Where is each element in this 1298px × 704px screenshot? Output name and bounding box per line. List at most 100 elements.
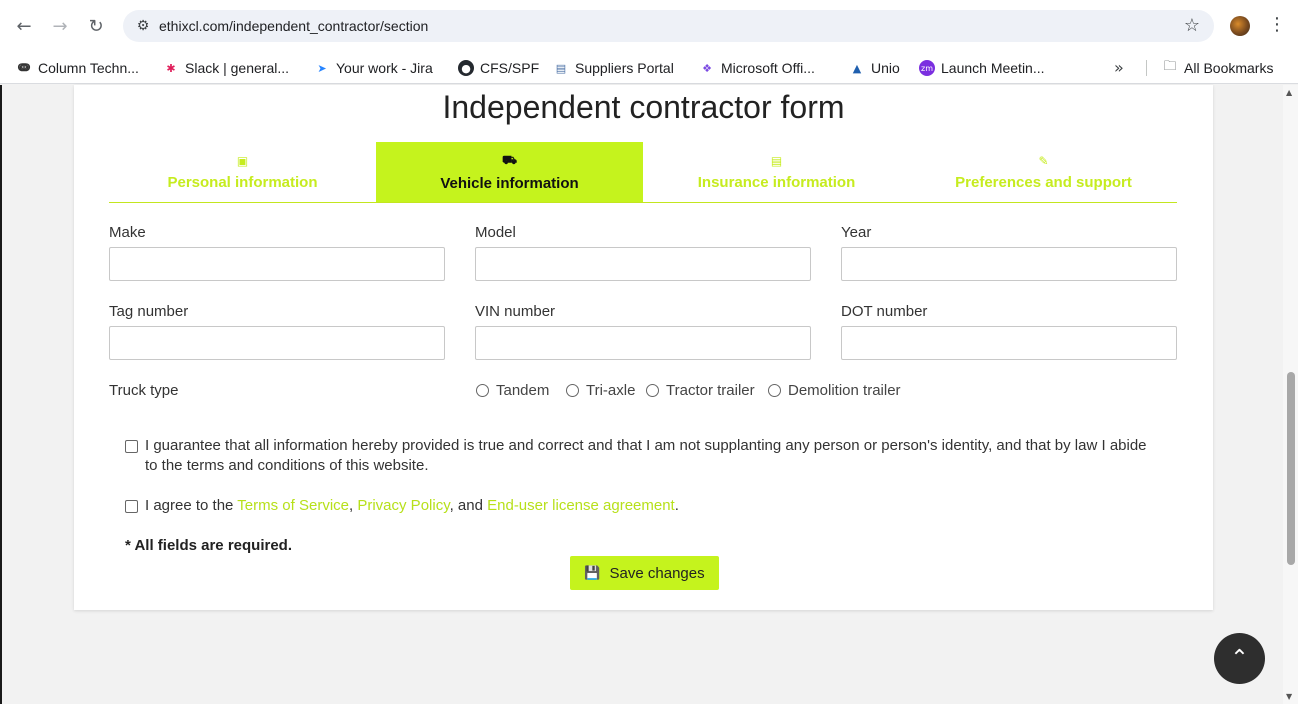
forward-icon[interactable]: → — [48, 14, 72, 38]
tab-label: Vehicle information — [440, 174, 579, 192]
paperclip-icon: ✎ — [1038, 153, 1049, 168]
tab-vehicle-information[interactable]: ⛟ Vehicle information — [376, 142, 643, 202]
radio-demolition-trailer[interactable]: Demolition trailer — [768, 382, 901, 399]
radio-tri-axle[interactable]: Tri-axle — [566, 382, 635, 399]
tab-label: Personal information — [167, 173, 318, 191]
agree-checkbox-row: I agree to the Terms of Service, Privacy… — [125, 496, 679, 516]
bookmark-item[interactable]: ▤ Suppliers Portal — [553, 52, 674, 84]
tag-number-label: Tag number — [109, 303, 189, 320]
bookmarks-bar: ↈ Column Techn... ✱ Slack | general... ➤… — [0, 52, 1298, 84]
slack-icon: ✱ — [166, 61, 176, 75]
page-title: Independent contractor form — [442, 89, 845, 125]
all-bookmarks-label: All Bookmarks — [1184, 60, 1274, 76]
bookmark-label: Your work - Jira — [336, 60, 433, 76]
eula-link[interactable]: End-user license agreement — [487, 497, 675, 514]
radio-circle[interactable] — [566, 384, 579, 397]
page-viewport: Independent contractor form ▣ Personal i… — [0, 85, 1298, 704]
required-note: * All fields are required. — [125, 537, 292, 554]
dot-number-label: DOT number — [841, 303, 928, 320]
form-tabs: ▣ Personal information ⛟ Vehicle informa… — [109, 142, 1177, 203]
jira-icon: ➤ — [317, 61, 327, 75]
guarantee-text: I guarantee that all information hereby … — [145, 437, 1147, 474]
floppy-disk-icon: 💾 — [584, 565, 601, 581]
tab-personal-information[interactable]: ▣ Personal information — [109, 142, 376, 202]
bookmark-label: Suppliers Portal — [575, 60, 674, 76]
document-icon: ▤ — [770, 153, 783, 168]
back-icon[interactable]: ← — [12, 14, 36, 38]
tab-label: Preferences and support — [955, 173, 1132, 191]
tab-label: Insurance information — [697, 173, 856, 191]
more-bookmarks-icon[interactable]: » — [1114, 58, 1124, 77]
unio-icon: ▲ — [852, 61, 862, 75]
agree-checkbox[interactable] — [125, 500, 138, 513]
tag-number-field[interactable] — [109, 326, 445, 360]
microsoft-icon: ❖ — [702, 61, 712, 75]
agree-text: I agree to the Terms of Service, Privacy… — [145, 496, 679, 516]
tab-preferences-and-support[interactable]: ✎ Preferences and support — [910, 142, 1177, 202]
chevron-up-icon: ⌃ — [1230, 646, 1249, 671]
agree-prefix: I agree to the — [145, 497, 238, 514]
address-bar[interactable]: ⚙ ethixcl.com/independent_contractor/sec… — [123, 10, 1214, 42]
bookmark-item[interactable]: ❖ Microsoft Offi... — [699, 52, 815, 84]
bookmarks-divider — [1146, 60, 1147, 76]
page-scrollbar[interactable]: ▲ ▼ — [1283, 85, 1298, 704]
zoom-icon: zm — [919, 60, 935, 76]
vin-number-field[interactable] — [475, 326, 811, 360]
make-label: Make — [109, 224, 146, 241]
url-text[interactable]: ethixcl.com/independent_contractor/secti… — [159, 18, 428, 34]
bookmark-label: Column Techn... — [38, 60, 139, 76]
vin-number-label: VIN number — [475, 303, 556, 320]
all-bookmarks[interactable]: 🗀 All Bookmarks — [1162, 52, 1273, 84]
radio-tandem[interactable]: Tandem — [476, 382, 549, 399]
bookmark-item[interactable]: ● CFS/SPF — [458, 52, 539, 84]
bookmark-item[interactable]: zm Launch Meetin... — [919, 52, 1045, 84]
agree-suffix: . — [674, 497, 679, 514]
bookmark-item[interactable]: ↈ Column Techn... — [16, 52, 139, 84]
radio-circle[interactable] — [646, 384, 659, 397]
bookmark-item[interactable]: ➤ Your work - Jira — [314, 52, 433, 84]
privacy-policy-link[interactable]: Privacy Policy — [357, 497, 449, 514]
radio-label: Tri-axle — [586, 382, 636, 399]
bookmark-star-icon[interactable]: ☆ — [1184, 15, 1200, 36]
scroll-up-icon[interactable]: ▲ — [1286, 88, 1292, 97]
year-label: Year — [841, 224, 872, 241]
save-button[interactable]: 💾 Save changes — [570, 556, 719, 590]
year-field[interactable] — [841, 247, 1177, 281]
scrollbar-thumb[interactable] — [1287, 372, 1295, 565]
radio-label: Demolition trailer — [788, 382, 901, 399]
radio-label: Tandem — [496, 382, 550, 399]
radio-circle[interactable] — [768, 384, 781, 397]
terms-of-service-link[interactable]: Terms of Service — [237, 497, 349, 514]
dot-number-field[interactable] — [841, 326, 1177, 360]
radio-label: Tractor trailer — [666, 382, 755, 399]
id-card-icon: ▣ — [236, 153, 249, 168]
portal-icon: ▤ — [555, 61, 567, 75]
radio-tractor-trailer[interactable]: Tractor trailer — [646, 382, 755, 399]
back-to-top-button[interactable]: ⌃ — [1214, 633, 1265, 684]
reload-icon[interactable]: ↻ — [84, 14, 108, 38]
bookmark-item[interactable]: ▲ Unio — [849, 52, 900, 84]
bookmark-label: Slack | general... — [185, 60, 290, 76]
truck-icon: ⛟ — [501, 152, 518, 167]
form-card: Independent contractor form ▣ Personal i… — [74, 85, 1213, 610]
guarantee-checkbox-row: I guarantee that all information hereby … — [125, 436, 1155, 476]
make-field[interactable] — [109, 247, 445, 281]
bookmark-label: Microsoft Offi... — [721, 60, 815, 76]
truck-type-label: Truck type — [109, 382, 179, 399]
browser-toolbar: ← → ↻ ⚙ ethixcl.com/independent_contract… — [0, 0, 1298, 52]
github-icon: ● — [458, 60, 474, 76]
scroll-down-icon[interactable]: ▼ — [1286, 692, 1292, 701]
profile-avatar[interactable] — [1230, 16, 1250, 36]
site-info-icon[interactable]: ⚙ — [133, 16, 153, 36]
bookmark-label: Unio — [871, 60, 900, 76]
radio-circle[interactable] — [476, 384, 489, 397]
model-field[interactable] — [475, 247, 811, 281]
tab-insurance-information[interactable]: ▤ Insurance information — [643, 142, 910, 202]
bookmark-item[interactable]: ✱ Slack | general... — [163, 52, 289, 84]
guarantee-checkbox[interactable] — [125, 440, 138, 453]
browser-menu-icon[interactable]: ⋮ — [1268, 14, 1286, 35]
save-button-label: Save changes — [609, 564, 705, 582]
column-icon: ↈ — [17, 61, 31, 74]
agree-and: , and — [449, 497, 488, 514]
bookmark-label: Launch Meetin... — [941, 60, 1045, 76]
